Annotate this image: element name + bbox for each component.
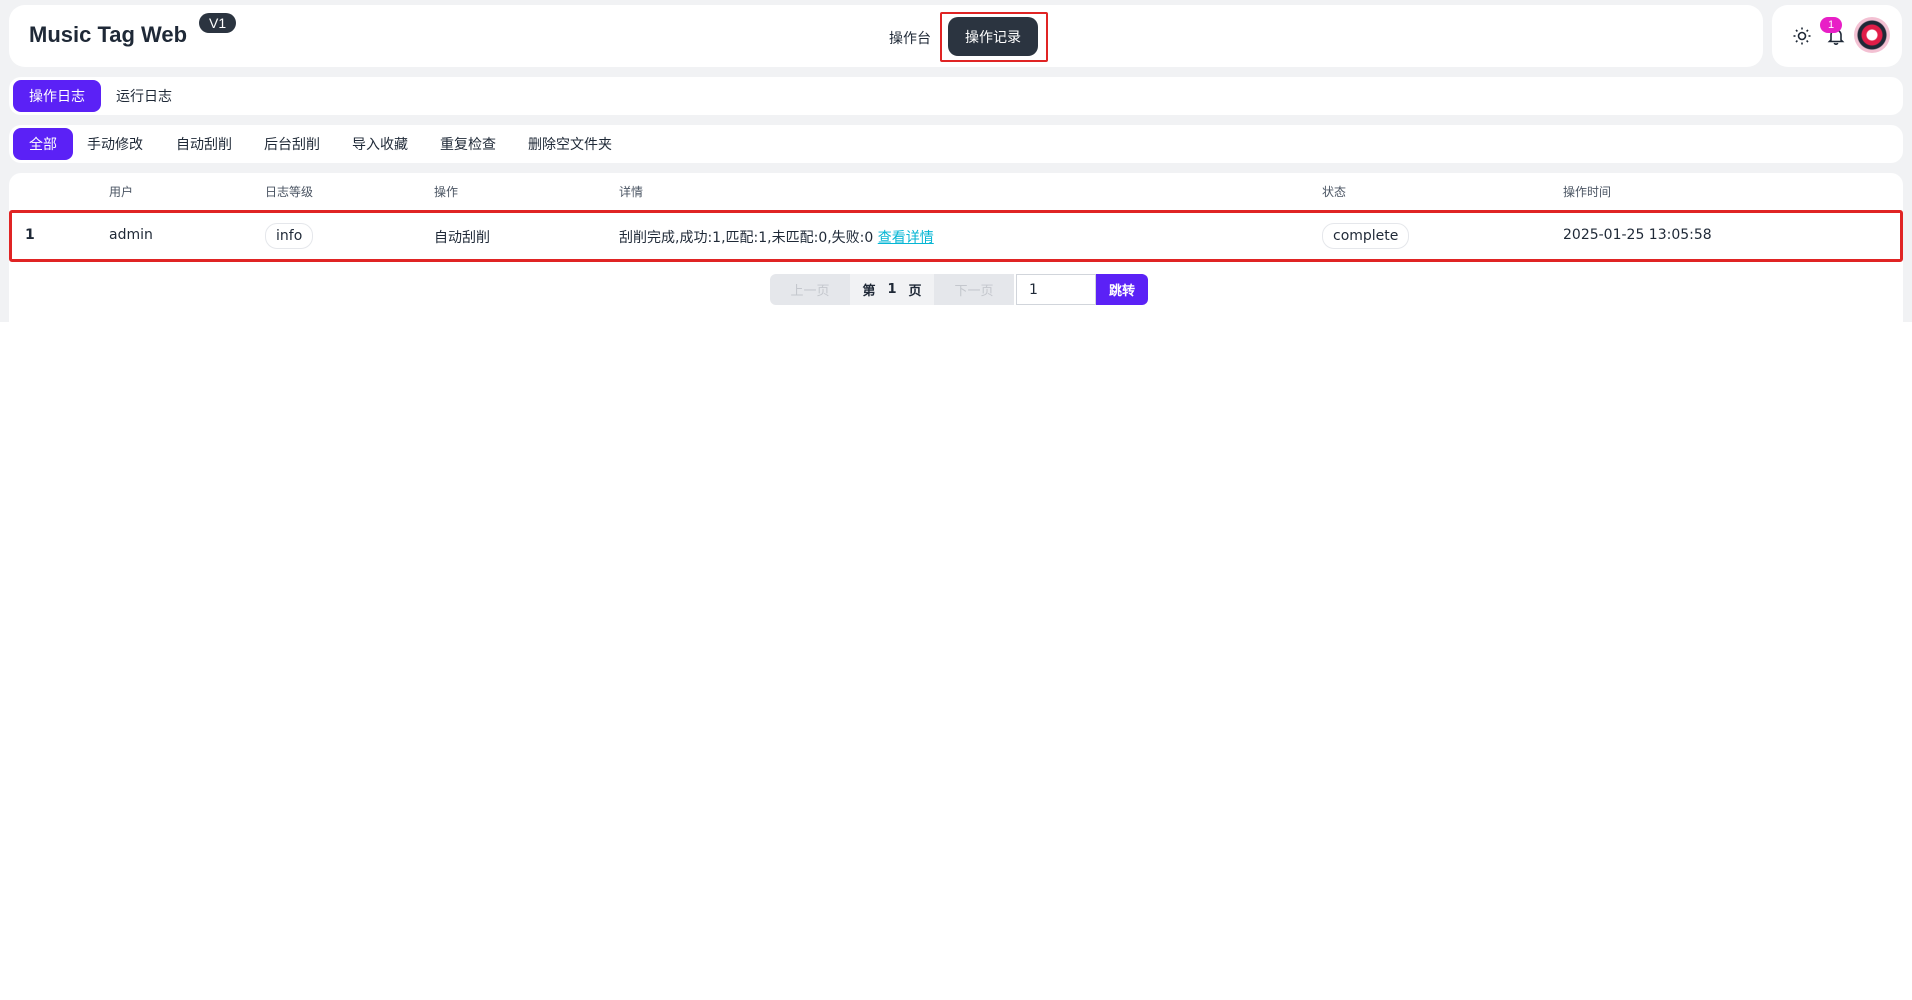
view-details-link[interactable]: 查看详情 — [878, 230, 934, 246]
column-header-time: 操作时间 — [1563, 185, 1612, 199]
user-avatar[interactable] — [1854, 17, 1890, 53]
prev-page-button[interactable]: 上一页 — [770, 274, 850, 305]
next-page-button[interactable]: 下一页 — [934, 274, 1014, 305]
top-navbar: Music Tag Web V1 操作台 操作记录 — [9, 5, 1763, 67]
log-type-tabs: 操作日志 运行日志 — [9, 77, 1903, 115]
page-jump-input[interactable]: 1 — [1016, 274, 1096, 305]
current-page-indicator: 第 1 页 — [850, 274, 934, 305]
status-badge: complete — [1322, 223, 1410, 249]
page-suffix: 页 — [908, 284, 922, 299]
app-title[interactable]: Music Tag Web — [29, 22, 187, 48]
theme-toggle-button[interactable] — [1788, 22, 1816, 50]
filter-tab-import-favorites[interactable]: 导入收藏 — [352, 128, 408, 160]
row-user: admin — [109, 227, 153, 243]
row-index: 1 — [25, 227, 35, 243]
row-detail-text: 刮削完成,成功:1,匹配:1,未匹配:0,失败:0 — [619, 230, 874, 246]
filter-tab-auto-scrape[interactable]: 自动刮削 — [176, 128, 232, 160]
notification-badge: 1 — [1820, 17, 1842, 33]
pagination: 上一页 第 1 页 下一页 1 跳转 — [770, 274, 1148, 305]
page-number: 1 — [887, 282, 897, 297]
level-badge: info — [265, 223, 314, 249]
nav-item-operation-records[interactable]: 操作记录 — [948, 17, 1038, 56]
tab-runtime-log[interactable]: 运行日志 — [116, 80, 172, 112]
row-detail: 刮削完成,成功:1,匹配:1,未匹配:0,失败:0 查看详情 — [619, 227, 934, 247]
column-header-status: 状态 — [1322, 185, 1347, 199]
nav-item-console[interactable]: 操作台 — [889, 28, 931, 48]
filter-tabs: 全部 手动修改 自动刮削 后台刮削 导入收藏 重复检查 删除空文件夹 — [9, 125, 1903, 163]
column-header-level: 日志等级 — [265, 185, 314, 199]
filter-tab-all[interactable]: 全部 — [13, 128, 73, 160]
column-header-detail: 详情 — [619, 185, 644, 199]
header-actions: 1 — [1772, 5, 1902, 67]
row-operation: 自动刮削 — [434, 230, 490, 246]
column-header-user: 用户 — [109, 185, 134, 199]
jump-button[interactable]: 跳转 — [1096, 274, 1148, 305]
tab-operation-log[interactable]: 操作日志 — [13, 80, 101, 112]
filter-tab-duplicate-check[interactable]: 重复检查 — [440, 128, 496, 160]
log-table: 用户 日志等级 操作 详情 状态 操作时间 1 admin info 自动刮削 … — [9, 173, 1903, 322]
page-prefix: 第 — [862, 284, 876, 299]
version-badge: V1 — [199, 13, 237, 33]
filter-tab-delete-empty-folders[interactable]: 删除空文件夹 — [528, 128, 612, 160]
sun-icon — [1793, 27, 1811, 45]
filter-tab-manual-edit[interactable]: 手动修改 — [87, 128, 143, 160]
filter-tab-background-scrape[interactable]: 后台刮削 — [264, 128, 320, 160]
row-time: 2025-01-25 13:05:58 — [1563, 227, 1712, 243]
column-header-operation: 操作 — [434, 185, 459, 199]
